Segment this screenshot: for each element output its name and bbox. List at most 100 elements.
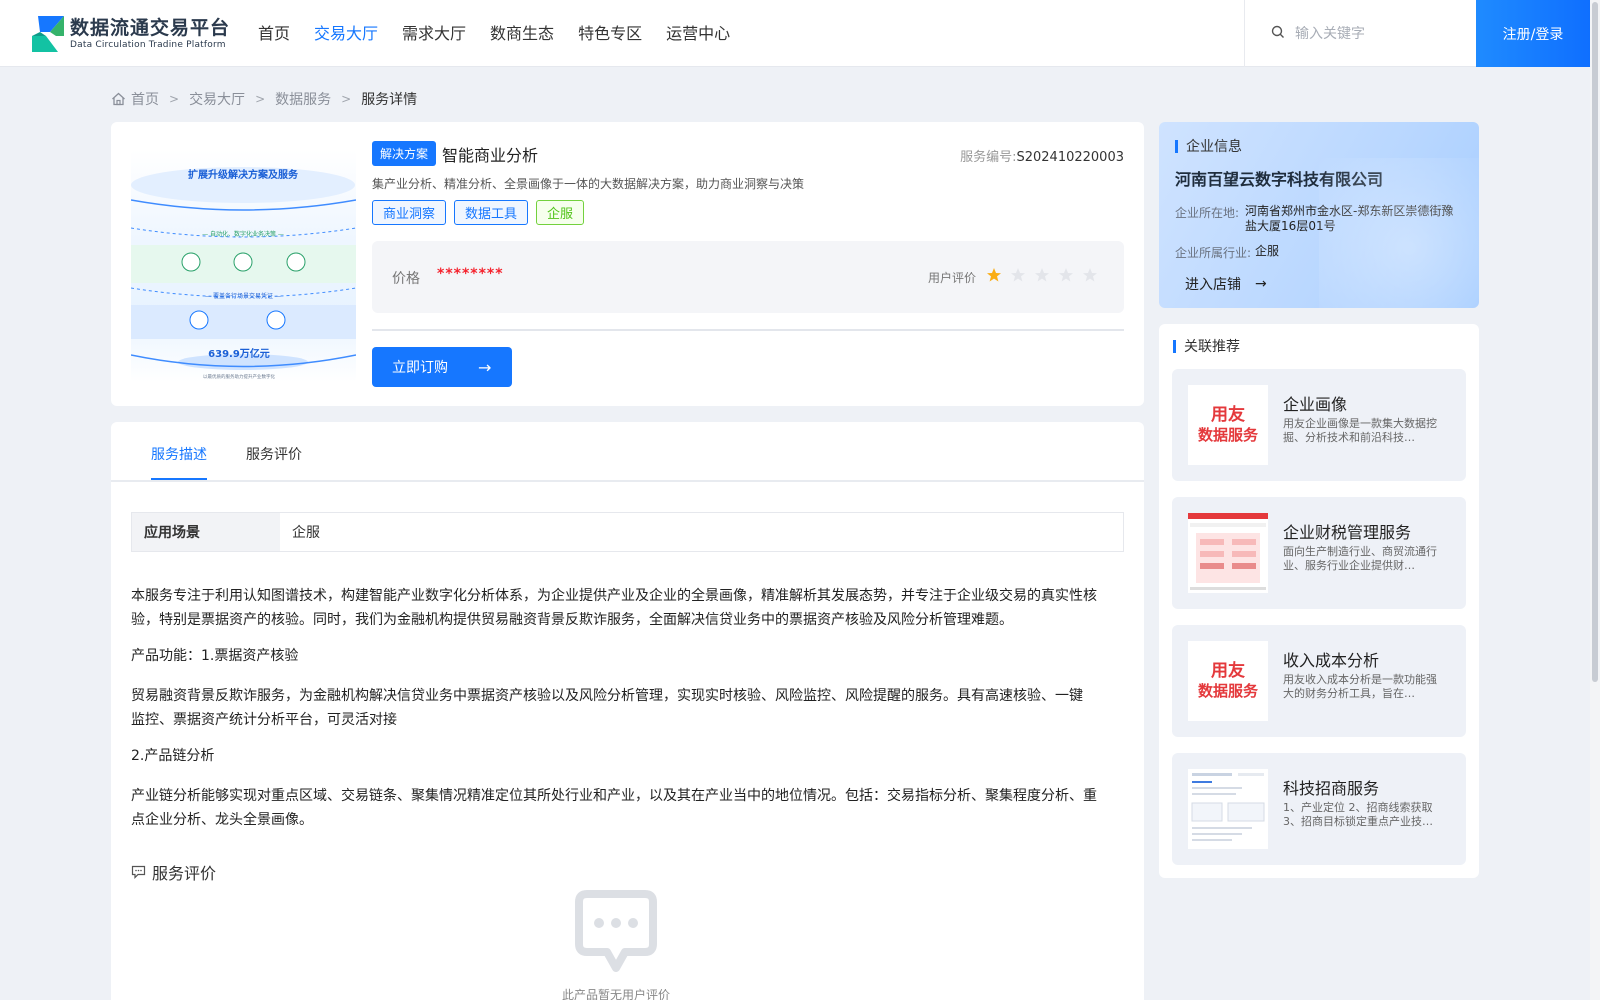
main-nav: 首页 交易大厅 需求大厅 数商生态 特色专区 运营中心 xyxy=(258,22,754,46)
chevron-right-icon: > xyxy=(255,92,266,106)
feature-heading-2: 2.产品链分析 xyxy=(131,748,215,764)
star-icon[interactable] xyxy=(1034,267,1050,283)
related-item[interactable]: 用友 数据服务 企业画像 用友企业画像是一款集大数据挖掘、分析技术和前沿科技… xyxy=(1172,369,1466,481)
service-number-label: 服务编号: xyxy=(960,150,1017,165)
chevron-right-icon: > xyxy=(169,92,180,106)
empty-comment-icon xyxy=(575,890,657,972)
yonyou-logo: 用友 数据服务 xyxy=(1197,661,1258,700)
product-tags: 商业洞察 数据工具 企服 xyxy=(372,200,592,225)
page-scrollbar[interactable] xyxy=(1590,0,1600,1000)
nav-home[interactable]: 首页 xyxy=(258,22,290,46)
logo-subtitle: Data Circulation Tradine Platform xyxy=(70,40,226,50)
star-icon[interactable] xyxy=(1010,267,1026,283)
related-item-title: 收入成本分析 xyxy=(1283,651,1380,670)
register-login-button[interactable]: 注册/登录 xyxy=(1476,0,1590,67)
home-icon[interactable] xyxy=(111,92,126,106)
rating-stars xyxy=(986,267,1106,283)
related-item-title: 企业财税管理服务 xyxy=(1283,523,1412,542)
logo-mark-icon xyxy=(30,14,66,54)
related-item[interactable]: 企业财税管理服务 面向生产制造行业、商贸流通行业、服务行业企业提供财… xyxy=(1172,497,1466,609)
tag-enterprise-service[interactable]: 企服 xyxy=(536,200,585,225)
related-section-title: 关联推荐 xyxy=(1173,336,1240,356)
breadcrumb-data-service[interactable]: 数据服务 xyxy=(275,89,331,109)
breadcrumb: 首页 > 交易大厅 > 数据服务 > 服务详情 xyxy=(111,89,417,109)
thumb-line1: — 自动化、数字化业务决策 — xyxy=(202,230,284,238)
feature-paragraph-1: 贸易融资背景反欺诈服务，为金融机构解决信贷业务中票据资产核验以及风险分析管理，实… xyxy=(131,688,1083,728)
buy-now-button[interactable]: 立即订购 → xyxy=(372,347,512,387)
description-paragraph: 本服务专注于利用认知图谱技术，构建智能产业数字化分析体系，为企业提供产业及企业的… xyxy=(131,588,1097,628)
scrollbar-thumb[interactable] xyxy=(1592,2,1598,682)
related-item-desc: 用友收入成本分析是一款功能强大的财务分析工具，旨在… xyxy=(1283,673,1437,700)
feature-paragraph-2: 产业链分析能够实现对重点区域、交易链条、聚集情况精准定位其所处行业和产业，以及其… xyxy=(131,788,1097,828)
price-label: 价格 xyxy=(392,271,420,287)
tag-data-tools[interactable]: 数据工具 xyxy=(454,200,529,225)
related-item-image: 用友 数据服务 xyxy=(1188,641,1268,721)
arrow-right-icon: → xyxy=(478,357,492,377)
application-scene-row: 应用场景 企服 xyxy=(131,512,1124,552)
company-industry-row: 企业所属行业: 企服 xyxy=(1175,244,1471,261)
nav-ecosystem[interactable]: 数商生态 xyxy=(490,22,554,46)
related-item-image: 用友 数据服务 xyxy=(1188,385,1268,465)
yonyou-logo: 用友 数据服务 xyxy=(1197,405,1258,444)
company-name: 河南百望云数字科技有限公司 xyxy=(1175,170,1384,189)
company-location-row: 企业所在地: 河南省郑州市金水区-郑东新区崇德街豫盐大厦16层01号 xyxy=(1175,204,1461,234)
detail-panel: 服务描述 服务评价 应用场景 企服 本服务专注于利用认知图谱技术，构建智能产业数… xyxy=(111,422,1144,1000)
price-value: ******** xyxy=(437,266,504,282)
related-item-image xyxy=(1188,513,1268,593)
comment-icon xyxy=(131,865,146,879)
tag-business-insight[interactable]: 商业洞察 xyxy=(372,200,447,225)
price-box: 价格 ******** 用户评价 xyxy=(372,241,1124,313)
buy-now-label: 立即订购 xyxy=(392,360,448,376)
nav-demand-hall[interactable]: 需求大厅 xyxy=(402,22,466,46)
empty-reviews: 此产品暂无用户评价 xyxy=(561,888,671,1000)
company-industry-label: 企业所属行业: xyxy=(1175,246,1252,260)
tab-service-reviews[interactable]: 服务评价 xyxy=(246,444,302,478)
top-header: 数据流通交易平台 Data Circulation Tradine Platfo… xyxy=(0,0,1590,67)
related-item-title: 科技招商服务 xyxy=(1283,779,1380,798)
related-item[interactable]: 科技招商服务 1、产业定位 2、招商线索获取 3、招商目标锁定重点产业技… xyxy=(1172,753,1466,865)
service-number: 服务编号:S202410220003 xyxy=(960,146,1124,165)
related-recommendations: 关联推荐 用友 数据服务 企业画像 用友企业画像是一款集大数据挖掘、分析技术和前沿… xyxy=(1159,324,1479,878)
reviews-heading: 服务评价 xyxy=(131,860,216,884)
breadcrumb-home[interactable]: 首页 xyxy=(131,89,159,109)
arrow-right-icon: → xyxy=(1255,276,1267,292)
related-item-image xyxy=(1188,769,1268,849)
rating-label: 用户评价 xyxy=(928,271,977,285)
search-icon[interactable] xyxy=(1271,25,1285,43)
solution-badge: 解决方案 xyxy=(372,141,437,166)
feature-heading-1: 产品功能：1.票据资产核验 xyxy=(131,648,299,664)
company-location: 河南省郑州市金水区-郑东新区崇德街豫盐大厦16层01号 xyxy=(1245,204,1454,233)
thumb-big-number: 639.9万亿元 xyxy=(208,347,270,360)
search-input[interactable] xyxy=(1295,25,1465,42)
nav-featured-zone[interactable]: 特色专区 xyxy=(578,22,642,46)
enter-store-link[interactable]: 进入店铺 → xyxy=(1185,274,1267,294)
company-location-label: 企业所在地: xyxy=(1175,206,1240,220)
related-item[interactable]: 用友 数据服务 收入成本分析 用友收入成本分析是一款功能强大的财务分析工具，旨在… xyxy=(1172,625,1466,737)
related-item-desc: 面向生产制造行业、商贸流通行业、服务行业企业提供财… xyxy=(1283,545,1437,572)
nav-operations-center[interactable]: 运营中心 xyxy=(666,22,730,46)
product-description: 集产业分析、精准分析、全景画像于一体的大数据解决方案，助力商业洞察与决策 xyxy=(372,177,805,191)
thumb-title: 扩展升级解决方案及服务 xyxy=(188,168,299,181)
thumb-line2: — 覆盖各行场景交易凭证 — xyxy=(205,292,281,300)
company-info-card: 企业信息 河南百望云数字科技有限公司 企业所在地: 河南省郑州市金水区-郑东新区… xyxy=(1159,122,1479,308)
thumb-footnote: 以最优质的服务助力提升产业数字化 xyxy=(203,373,275,380)
chevron-right-icon: > xyxy=(341,92,352,106)
service-number-value: S202410220003 xyxy=(1016,150,1124,165)
search-box xyxy=(1244,0,1476,67)
empty-reviews-text: 此产品暂无用户评价 xyxy=(561,988,670,1000)
enter-store-label: 进入店铺 xyxy=(1185,277,1241,293)
related-item-desc: 1、产业定位 2、招商线索获取 3、招商目标锁定重点产业技… xyxy=(1283,801,1433,828)
logo-title: 数据流通交易平台 xyxy=(70,17,231,39)
breadcrumb-current: 服务详情 xyxy=(361,92,418,108)
star-icon[interactable] xyxy=(1058,267,1074,283)
star-icon[interactable] xyxy=(986,267,1002,283)
nav-trading-hall[interactable]: 交易大厅 xyxy=(314,22,378,46)
related-item-title: 企业画像 xyxy=(1283,395,1348,414)
application-scene-label: 应用场景 xyxy=(132,513,280,551)
application-scene-value: 企服 xyxy=(292,525,320,541)
company-industry: 企服 xyxy=(1255,244,1280,258)
site-logo[interactable]: 数据流通交易平台 Data Circulation Tradine Platfo… xyxy=(30,14,230,54)
tab-service-description[interactable]: 服务描述 xyxy=(151,444,207,480)
breadcrumb-trading-hall[interactable]: 交易大厅 xyxy=(189,89,245,109)
star-icon[interactable] xyxy=(1082,267,1098,283)
